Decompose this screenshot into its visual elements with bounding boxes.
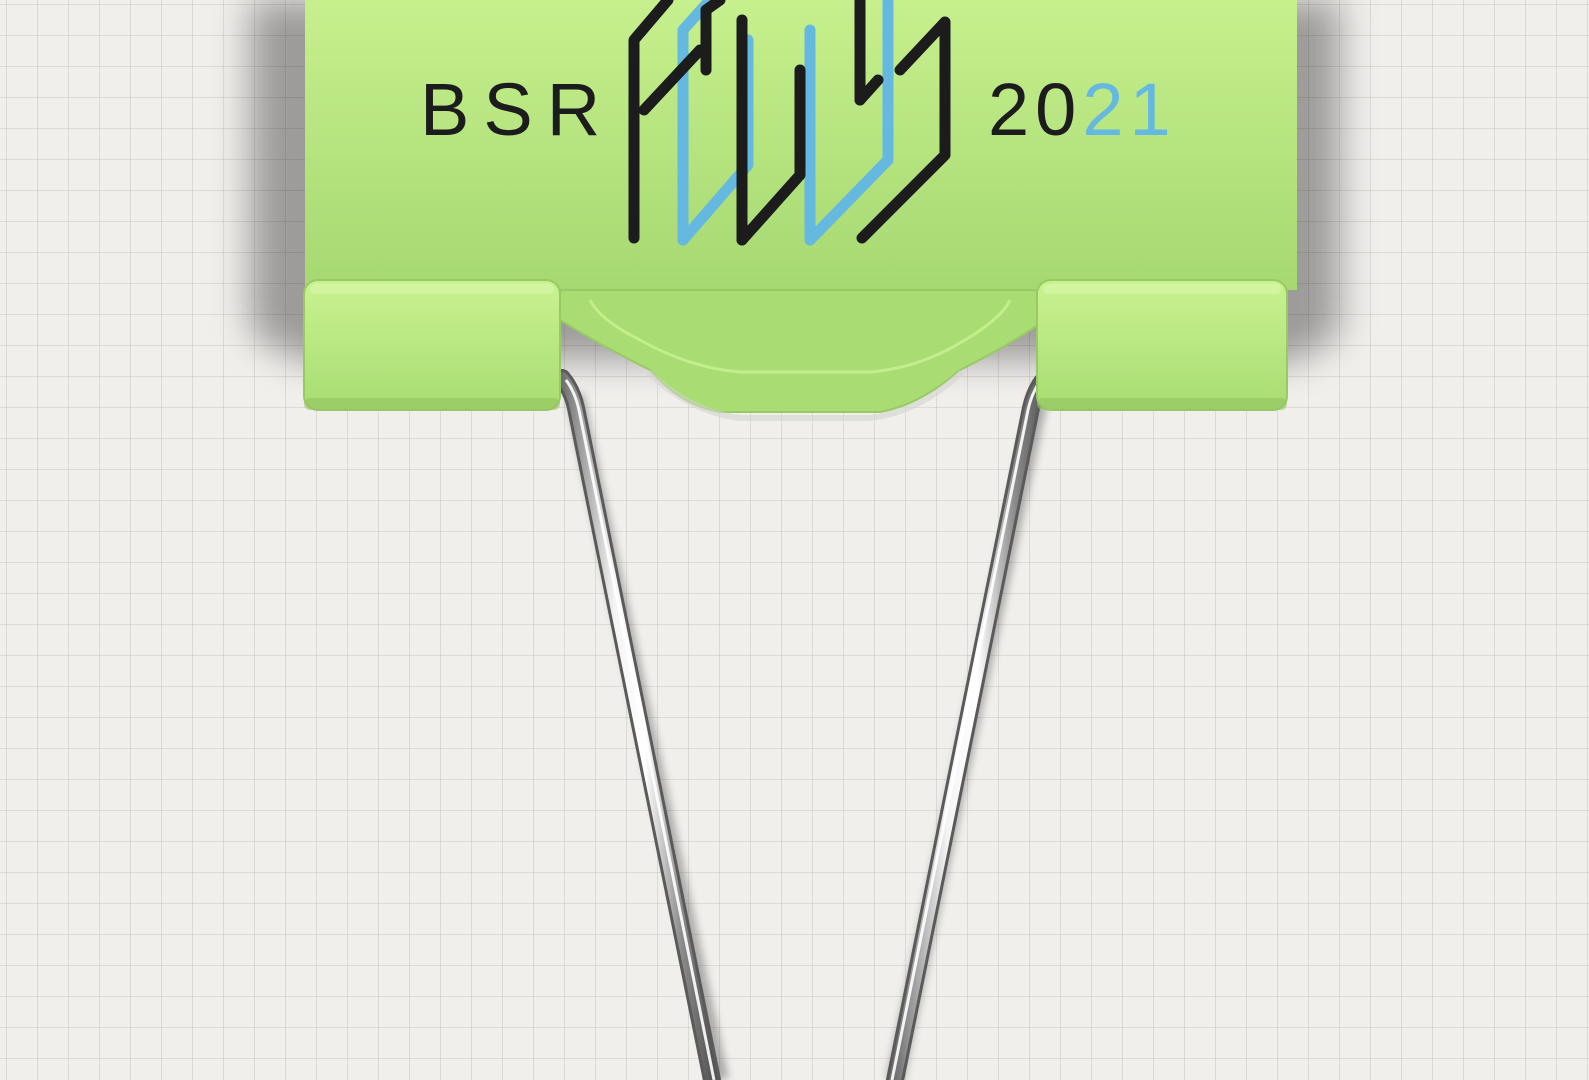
graph-paper-background: BSR 2021 [0,0,1589,1080]
logo-year-dark: 20 [988,68,1083,151]
logo-year-accent: 21 [1082,68,1177,151]
binder-clip-icon [250,0,1340,1080]
logo-year: 2021 [988,73,1177,147]
logo-left-text: BSR [420,68,615,151]
